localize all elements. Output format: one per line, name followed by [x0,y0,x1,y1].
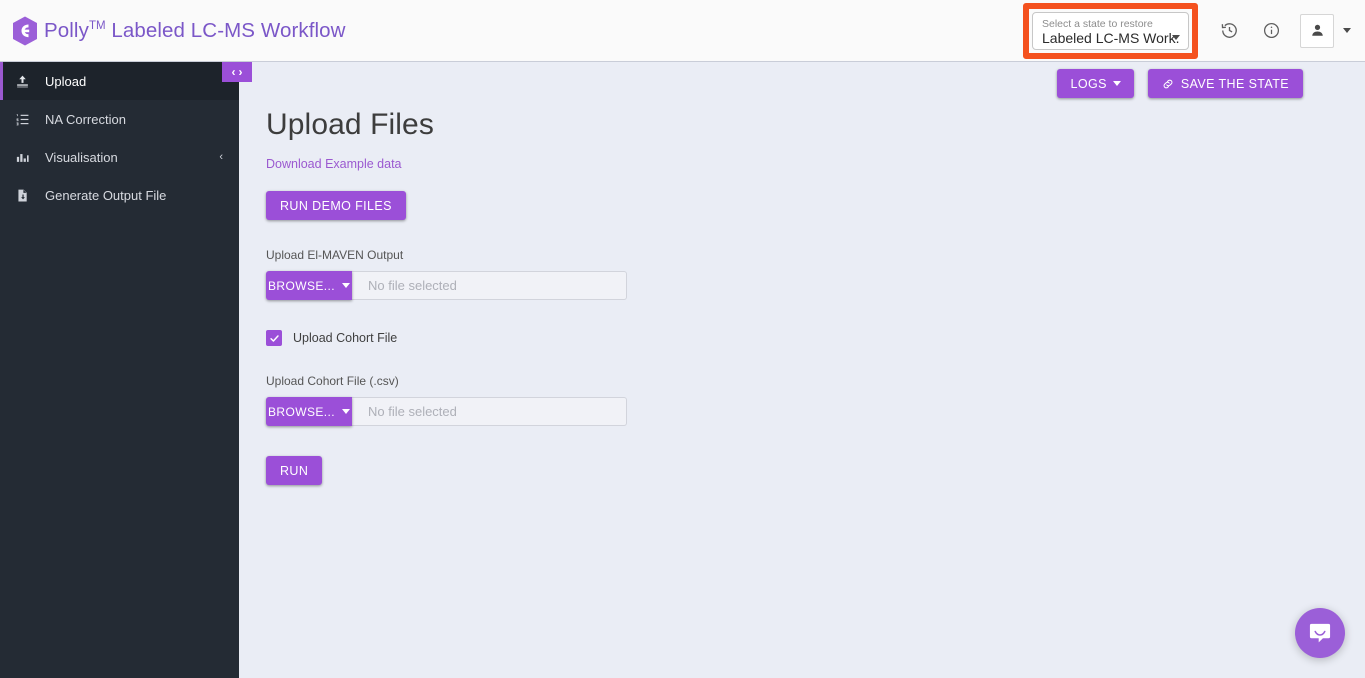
avatar[interactable] [1300,13,1334,48]
cohort-file-name[interactable]: No file selected [352,397,627,426]
chevron-down-icon [1172,34,1180,40]
sidebar-item-na-correction[interactable]: NA Correction [0,100,239,138]
save-state-button-label: SAVE THE STATE [1180,76,1289,91]
save-state-button[interactable]: SAVE THE STATE [1147,69,1303,98]
brand-title: PollyTM Labeled LC-MS Workflow [44,19,346,43]
chevron-left-icon: ‹ [219,150,223,163]
intercom-chat-bubble-icon [1309,623,1331,643]
cohort-browse-button[interactable]: BROWSE... [266,397,352,426]
chevron-right-icon: › [238,65,243,79]
history-clock-icon[interactable] [1214,16,1244,46]
brand: PollyTM Labeled LC-MS Workflow [12,16,346,46]
checkbox-checked-icon[interactable] [266,330,282,346]
cohort-upload-label: Upload Cohort File (.csv) [266,374,399,388]
sidebar-item-generate-output-file[interactable]: Generate Output File [0,176,239,214]
sidebar: Upload NA Correction Visualisation ‹ Gen… [0,62,239,678]
cohort-browse-label: BROWSE... [268,404,335,419]
state-select-highlight: Select a state to restore Labeled LC-MS … [1023,2,1198,59]
state-restore-select[interactable]: Select a state to restore Labeled LC-MS … [1032,11,1189,50]
upload-form: Upload Files Download Example data RUN D… [266,107,1166,485]
sidebar-item-visualisation[interactable]: Visualisation ‹ [0,138,239,176]
upload-cohort-file-checkbox-row[interactable]: Upload Cohort File [266,330,397,346]
chevron-down-icon [341,283,350,288]
header-right-controls: Select a state to restore Labeled LC-MS … [1023,0,1365,62]
link-icon [1163,79,1173,88]
chat-launcher-button[interactable] [1295,608,1345,658]
brand-trademark: TM [88,19,106,32]
file-download-icon [14,187,31,204]
chevron-down-icon [341,409,350,414]
brand-name: Polly [44,18,89,42]
sidebar-item-label: Generate Output File [45,187,167,203]
sidebar-item-label: NA Correction [45,111,126,127]
sidebar-item-upload[interactable]: Upload [0,62,239,100]
sidebar-item-label: Visualisation [45,149,118,165]
elmaven-file-name[interactable]: No file selected [352,271,627,300]
avatar-chevron-down-icon[interactable] [1343,28,1351,33]
chevron-down-icon [1112,81,1121,86]
app-header: PollyTM Labeled LC-MS Workflow Select a … [0,0,1365,62]
elmaven-upload-field: Upload El-MAVEN Output BROWSE... No file… [266,248,1166,300]
polly-hexagon-logo-icon [13,16,37,45]
elmaven-browse-label: BROWSE... [268,278,335,293]
upload-cohort-file-checkbox-label: Upload Cohort File [293,331,398,345]
brand-product: Labeled LC-MS Workflow [111,18,346,42]
run-button[interactable]: RUN [266,456,323,485]
sidebar-item-label: Upload [45,73,87,89]
upload-icon [14,73,31,90]
bar-chart-icon [14,149,31,166]
list-ordered-icon [14,111,31,128]
state-select-label: Select a state to restore [1042,17,1153,30]
elmaven-upload-label: Upload El-MAVEN Output [266,248,404,262]
state-select-value: Labeled LC-MS Work... [1042,29,1180,46]
run-demo-files-button[interactable]: RUN DEMO FILES [266,191,406,220]
cohort-file-input-group: BROWSE... No file selected [266,397,627,426]
cohort-upload-field: Upload Cohort File (.csv) BROWSE... No f… [266,374,1166,426]
page-title: Upload Files [266,108,434,141]
elmaven-browse-button[interactable]: BROWSE... [266,271,352,300]
logs-button-label: LOGS [1070,76,1107,91]
action-bar: LOGS SAVE THE STATE [1057,69,1303,98]
main-content: LOGS SAVE THE STATE Upload Files Downloa… [239,62,1365,678]
download-example-data-link[interactable]: Download Example data [266,157,402,171]
info-circle-icon[interactable] [1256,16,1286,46]
elmaven-file-input-group: BROWSE... No file selected [266,271,627,300]
chevron-left-icon: ‹ [231,65,236,79]
sidebar-collapse-toggle[interactable]: ‹ › [222,62,252,82]
person-icon [1311,24,1323,36]
logs-button[interactable]: LOGS [1057,69,1134,98]
